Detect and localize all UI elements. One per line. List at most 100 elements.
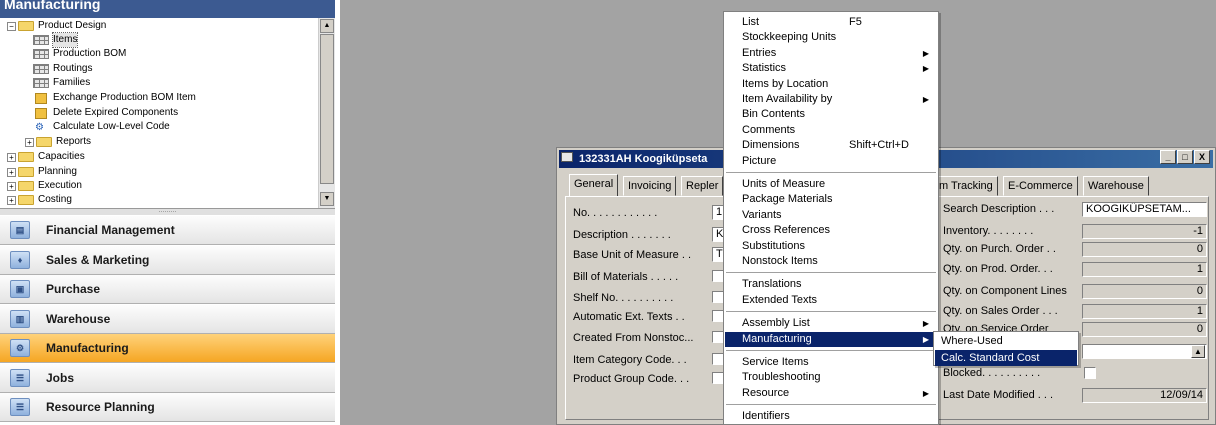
item-card-title-text: 132331AH Koogiküpseta	[579, 153, 708, 165]
menu-item-entries[interactable]: Entries ▶	[725, 46, 937, 61]
menu-item-label: Item Availability by	[742, 93, 833, 105]
folder-icon	[18, 167, 34, 177]
menu-item-comments[interactable]: Comments	[725, 123, 937, 138]
scroll-down-icon[interactable]: ▼	[320, 192, 334, 206]
menu-item-label: Translations	[742, 278, 802, 291]
menu-item-list[interactable]: List F5	[725, 15, 937, 30]
menu-item-picture[interactable]: Picture	[725, 154, 937, 169]
tab-item-tracking[interactable]: m Tracking	[934, 176, 998, 196]
context-menu: List F5 Stockkeeping Units Entries ▶ Statisti…	[723, 11, 939, 425]
tree-scrollbar[interactable]: ▲ ▼	[318, 18, 335, 208]
tree-item-label: Items	[51, 32, 79, 48]
menu-item-bin-contents[interactable]: Bin Contents	[725, 107, 937, 122]
menu-item-label: Extended Texts	[742, 293, 818, 306]
menu-item-assembly-list[interactable]: Assembly List ▶	[725, 316, 937, 331]
nav-button-purchase[interactable]: ▣ Purchase	[0, 275, 335, 304]
menu-item-translations[interactable]: Translations	[725, 277, 937, 292]
tree-item-costing[interactable]: + Costing	[7, 193, 72, 207]
nav-button-warehouse[interactable]: ▥ Warehouse	[0, 304, 335, 334]
tree-item-calculate-low-level-code[interactable]: ⚙ Calculate Low-Level Code	[33, 120, 170, 134]
expand-icon[interactable]: +	[25, 137, 34, 147]
tree-item-delete-expired-components[interactable]: Delete Expired Components	[33, 106, 178, 120]
tree-item-label: Costing	[38, 194, 72, 205]
right-field-label-3: Qty. on Prod. Order. . .	[943, 263, 1053, 275]
menu-item-extended-texts[interactable]: Extended Texts	[725, 293, 937, 308]
menu-item-statistics[interactable]: Statistics ▶	[725, 61, 937, 76]
tab-warehouse[interactable]: Warehouse	[1083, 176, 1149, 196]
collapse-icon[interactable]: −	[7, 21, 16, 31]
menu-item-resource[interactable]: Resource ▶	[725, 386, 937, 401]
close-button[interactable]: X	[1194, 150, 1210, 164]
list-icon	[33, 49, 49, 59]
nav-button-label: Manufacturing	[46, 341, 129, 355]
expand-icon[interactable]: +	[7, 181, 16, 191]
right-field-value-7[interactable]	[1082, 344, 1207, 359]
field-label-8: Product Group Code. . .	[573, 373, 690, 385]
tree-item-routings[interactable]: Routings	[33, 62, 92, 76]
menu-item-stockkeeping-units[interactable]: Stockkeeping Units	[725, 30, 937, 45]
menu-separator	[726, 311, 936, 313]
nav-button-resource-planning[interactable]: ☰ Resource Planning	[0, 393, 335, 422]
tab-invoicing[interactable]: Invoicing	[623, 176, 677, 196]
menu-item-variants[interactable]: Variants	[725, 208, 937, 223]
folder-icon	[18, 21, 34, 31]
submenu-item-where-used[interactable]: Where-Used	[935, 333, 1077, 349]
menu-item-units-of-measure[interactable]: Units of Measure	[725, 177, 937, 192]
manufacturing-submenu: Where-Used Calc. Standard Cost	[933, 331, 1079, 366]
menu-item-label: Service Items	[742, 356, 809, 368]
tree-item-execution[interactable]: + Execution	[7, 179, 82, 193]
menu-separator	[726, 272, 936, 274]
tab-e-commerce[interactable]: E-Commerce	[1003, 176, 1078, 196]
tab-general[interactable]: General	[569, 174, 619, 196]
tree-item-label: Exchange Production BOM Item	[53, 92, 196, 103]
right-field-value-0[interactable]: KOOGIKÜPSETAM...	[1082, 202, 1207, 217]
pane-splitter[interactable]: ·········	[0, 208, 335, 215]
nav-button-manufacturing[interactable]: ⚙ Manufacturing	[0, 334, 335, 363]
menu-separator	[726, 350, 936, 351]
right-field-value-3: 1	[1082, 262, 1207, 277]
menu-item-nonstock-items[interactable]: Nonstock Items	[725, 254, 937, 269]
list-icon	[33, 78, 49, 88]
menu-item-label: Entries	[742, 46, 777, 59]
right-field-label-8: Blocked. . . . . . . . . .	[943, 367, 1041, 379]
submenu-item-calc-standard-cost[interactable]: Calc. Standard Cost	[935, 350, 1077, 366]
expand-icon[interactable]: +	[7, 167, 16, 177]
menu-item-dimensions[interactable]: Dimensions Shift+Ctrl+D	[725, 138, 937, 153]
tree-item-product-design[interactable]: − Product Design	[7, 19, 106, 33]
right-field-label-1: Inventory. . . . . . . .	[943, 225, 1034, 237]
tree-item-reports[interactable]: + Reports	[25, 135, 91, 149]
blocked-checkbox[interactable]	[1084, 367, 1096, 379]
tree-item-families[interactable]: Families	[33, 76, 90, 90]
folder-icon	[18, 152, 34, 162]
expand-icon[interactable]: +	[7, 195, 16, 205]
nav-button-financial-management[interactable]: ▤ Financial Management	[0, 216, 335, 245]
menu-item-package-materials[interactable]: Package Materials	[725, 192, 937, 207]
dropdown-arrow-icon[interactable]: ▲	[1191, 345, 1205, 358]
menu-item-identifiers[interactable]: Identifiers	[725, 409, 937, 424]
tree-item-planning[interactable]: + Planning	[7, 165, 77, 179]
tree-item-exchange-production-bom-item[interactable]: Exchange Production BOM Item	[33, 91, 196, 105]
menu-item-label: Package Materials	[742, 193, 833, 206]
menu-item-cross-references[interactable]: Cross References	[725, 223, 937, 238]
menu-item-troubleshooting[interactable]: Troubleshooting	[725, 370, 937, 385]
nav-button-jobs[interactable]: ☰ Jobs	[0, 363, 335, 393]
tree-item-production-bom[interactable]: Production BOM	[33, 47, 126, 61]
scroll-thumb[interactable]	[320, 34, 334, 184]
menu-shortcut: F5	[849, 16, 862, 28]
menu-item-manufacturing[interactable]: Manufacturing ▶	[725, 331, 937, 347]
menu-item-substitutions[interactable]: Substitutions	[725, 239, 937, 254]
maximize-button[interactable]: □	[1177, 150, 1193, 164]
nav-button-label: Financial Management	[46, 223, 175, 237]
menu-item-service-items[interactable]: Service Items	[725, 355, 937, 370]
tree-item-items[interactable]: Items	[33, 32, 79, 48]
tab-replenishment[interactable]: Repler	[681, 176, 724, 196]
tree-item-label: Capacities	[38, 151, 85, 162]
expand-icon[interactable]: +	[7, 152, 16, 162]
minimize-button[interactable]: _	[1160, 150, 1176, 164]
tree-item-capacities[interactable]: + Capacities	[7, 150, 85, 164]
scroll-up-icon[interactable]: ▲	[320, 19, 334, 33]
menu-item-items-by-location[interactable]: Items by Location	[725, 77, 937, 92]
menu-item-item-availability-by[interactable]: Item Availability by ▶	[725, 92, 937, 107]
nav-button-sales-marketing[interactable]: ♦ Sales & Marketing	[0, 245, 335, 275]
field-label-3: Bill of Materials . . . . .	[573, 271, 679, 283]
